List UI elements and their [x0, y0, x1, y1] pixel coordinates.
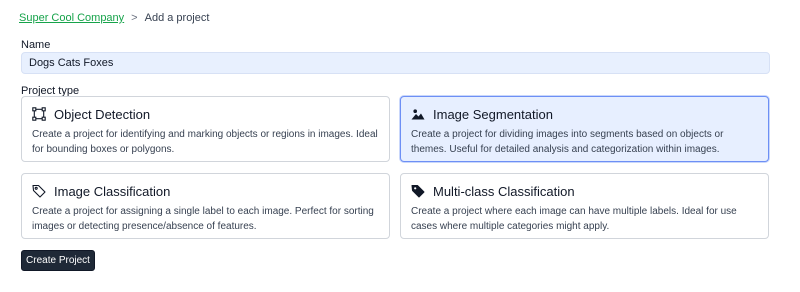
card-description: Create a project for dividing images int… [411, 129, 724, 155]
breadcrumb-link-company[interactable]: Super Cool Company [19, 12, 124, 24]
create-project-button[interactable]: Create Project [21, 250, 95, 271]
card-title: Image Classification [54, 183, 171, 199]
project-type-multi-class-classification[interactable]: Multi-class Classification Create a proj… [400, 173, 769, 239]
tag-filled-icon [411, 184, 425, 198]
project-name-input[interactable] [21, 52, 770, 74]
breadcrumb-current: Add a project [144, 12, 210, 24]
breadcrumb-separator: > [131, 12, 138, 24]
card-description: Create a project for assigning a single … [32, 206, 374, 232]
project-type-image-segmentation[interactable]: Image Segmentation Create a project for … [400, 96, 769, 162]
card-title: Multi-class Classification [433, 183, 575, 199]
card-description: Create a project for identifying and mar… [32, 129, 378, 155]
image-icon [411, 107, 425, 121]
tag-outline-icon [32, 184, 46, 198]
card-title: Image Segmentation [433, 106, 553, 122]
project-type-object-detection[interactable]: Object Detection Create a project for id… [21, 96, 390, 162]
project-type-image-classification[interactable]: Image Classification Create a project fo… [21, 173, 390, 239]
card-title: Object Detection [54, 106, 151, 122]
name-label: Name [21, 39, 51, 51]
bounding-box-icon [32, 107, 46, 121]
card-description: Create a project where each image can ha… [411, 206, 737, 232]
breadcrumb: Super Cool Company > Add a project [19, 12, 209, 24]
